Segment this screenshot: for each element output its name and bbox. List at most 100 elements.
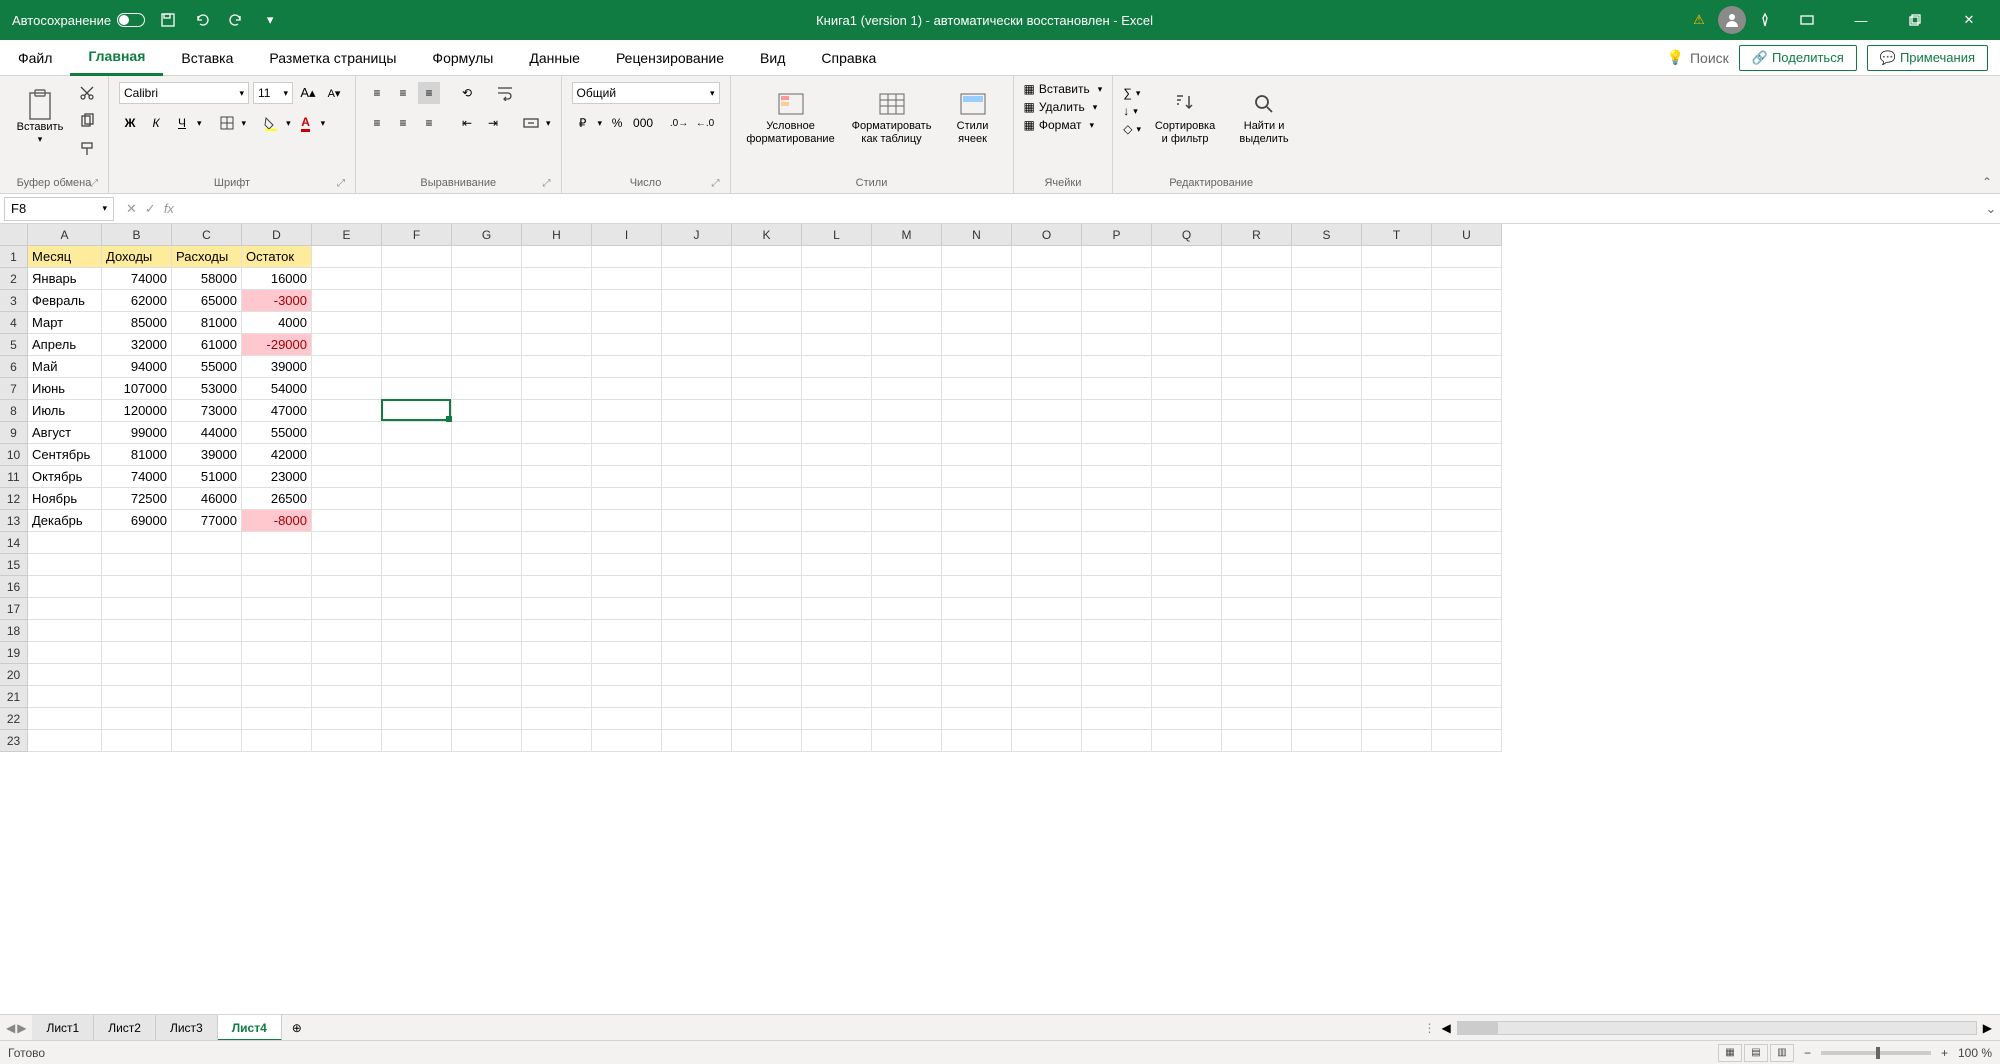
cell[interactable] [382,620,452,642]
cell[interactable] [312,686,382,708]
cell[interactable] [1152,664,1222,686]
cell[interactable] [592,312,662,334]
cell[interactable]: 69000 [102,510,172,532]
cell[interactable] [1012,576,1082,598]
column-header[interactable]: M [872,224,942,246]
row-header[interactable]: 17 [0,598,28,620]
cell[interactable] [522,598,592,620]
cell[interactable] [522,554,592,576]
cell[interactable] [1292,488,1362,510]
cell[interactable] [802,554,872,576]
row-header[interactable]: 9 [0,422,28,444]
cell[interactable] [242,576,312,598]
cell[interactable]: Расходы [172,246,242,268]
tab-file[interactable]: Файл [0,40,70,76]
cell[interactable] [1012,290,1082,312]
cell[interactable] [802,378,872,400]
cell[interactable]: 39000 [172,444,242,466]
cell[interactable]: Сентябрь [28,444,102,466]
cell[interactable] [312,488,382,510]
cell[interactable] [942,730,1012,752]
cell[interactable] [382,444,452,466]
cell[interactable] [102,730,172,752]
column-header[interactable]: H [522,224,592,246]
cell[interactable] [1012,532,1082,554]
column-header[interactable]: J [662,224,732,246]
cell[interactable] [28,642,102,664]
cell[interactable] [1362,466,1432,488]
cell[interactable] [1012,268,1082,290]
cell[interactable] [1292,312,1362,334]
cell[interactable] [452,664,522,686]
cell[interactable] [382,554,452,576]
column-header[interactable]: B [102,224,172,246]
cell[interactable] [312,598,382,620]
cell[interactable] [1292,466,1362,488]
cell[interactable]: 81000 [102,444,172,466]
cell[interactable] [1292,268,1362,290]
tab-insert[interactable]: Вставка [163,40,251,76]
cell[interactable]: 74000 [102,466,172,488]
cell[interactable] [312,466,382,488]
hscroll-left-button[interactable]: ◀ [1442,1021,1451,1035]
cell[interactable] [1432,378,1502,400]
cell[interactable] [1082,268,1152,290]
row-header[interactable]: 13 [0,510,28,532]
cell[interactable] [522,290,592,312]
cell[interactable] [1222,554,1292,576]
sheet-nav-next[interactable]: ▶ [17,1021,26,1035]
cell[interactable] [1152,532,1222,554]
cell[interactable] [662,268,732,290]
cell[interactable] [942,642,1012,664]
cell[interactable] [732,312,802,334]
cell[interactable] [1362,422,1432,444]
cell[interactable] [1012,378,1082,400]
cell[interactable] [942,312,1012,334]
cell[interactable]: -8000 [242,510,312,532]
cell[interactable]: Остаток [242,246,312,268]
select-all-corner[interactable] [0,224,28,246]
cell[interactable]: Декабрь [28,510,102,532]
dialog-launcher-icon[interactable]: ⤢ [337,178,345,189]
cell[interactable] [312,532,382,554]
font-color-button[interactable]: А [295,112,317,134]
column-header[interactable]: G [452,224,522,246]
cell[interactable] [382,598,452,620]
cell[interactable] [452,378,522,400]
cell[interactable] [452,532,522,554]
cell[interactable] [382,730,452,752]
cell[interactable] [942,400,1012,422]
font-size-combo[interactable]: 11▾ [253,82,293,104]
cell[interactable] [662,290,732,312]
cell[interactable] [312,422,382,444]
cell[interactable] [1222,598,1292,620]
sheet-nav-prev[interactable]: ◀ [6,1021,15,1035]
cell[interactable]: Май [28,356,102,378]
cell[interactable] [802,246,872,268]
cell[interactable]: 77000 [172,510,242,532]
cell[interactable]: Доходы [102,246,172,268]
format-painter-button[interactable] [76,138,98,160]
cell[interactable]: 26500 [242,488,312,510]
cell[interactable] [732,356,802,378]
cell[interactable] [1222,620,1292,642]
coming-soon-icon[interactable] [1754,9,1776,31]
cell[interactable] [942,554,1012,576]
collapse-ribbon-button[interactable]: ⌃ [1982,175,1992,189]
cell[interactable] [312,730,382,752]
enter-formula-icon[interactable]: ✓ [145,201,156,217]
cell[interactable] [1292,664,1362,686]
cell[interactable] [592,422,662,444]
cell[interactable] [872,268,942,290]
cell[interactable] [382,356,452,378]
cell[interactable] [312,510,382,532]
cell[interactable]: 54000 [242,378,312,400]
cell[interactable]: 39000 [242,356,312,378]
cell[interactable] [1432,268,1502,290]
autosave-toggle[interactable]: Автосохранение [12,13,145,28]
cell[interactable] [1082,598,1152,620]
cell[interactable] [522,708,592,730]
cell[interactable] [1292,708,1362,730]
cell[interactable] [242,598,312,620]
cell[interactable] [942,708,1012,730]
